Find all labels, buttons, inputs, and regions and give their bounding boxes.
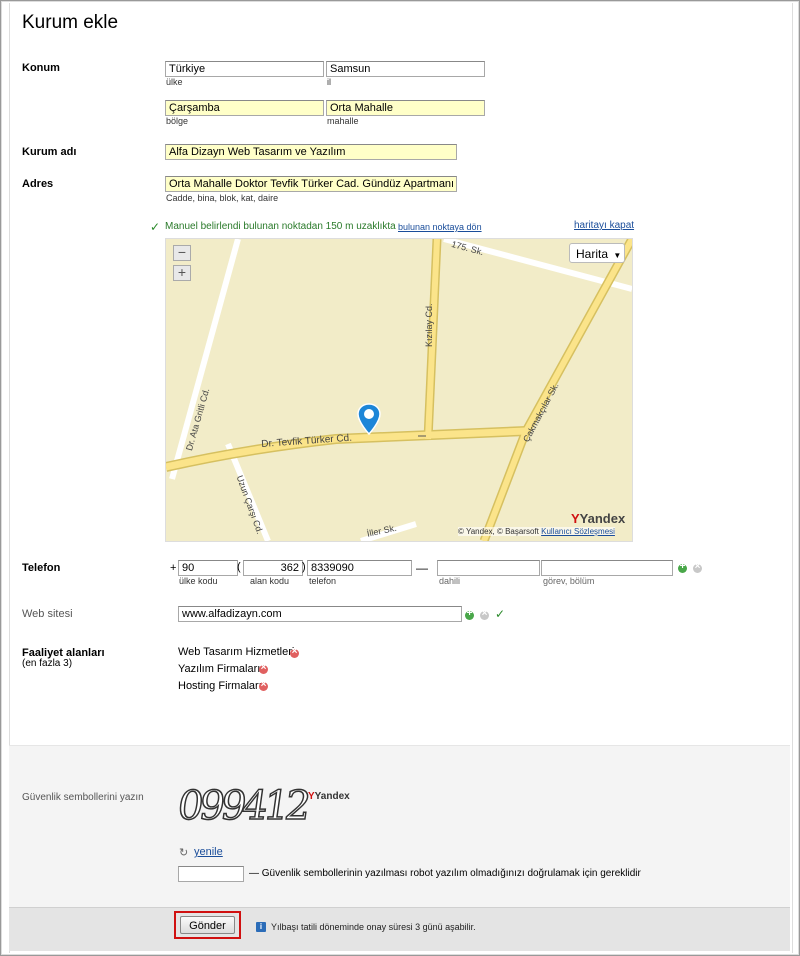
neighborhood-input[interactable]: Orta Mahalle bbox=[326, 100, 485, 116]
phone-country-code-input[interactable]: 90 bbox=[178, 560, 238, 576]
close-paren: ) bbox=[302, 561, 306, 573]
page-title: Kurum ekle bbox=[22, 12, 119, 33]
phone-plus: + bbox=[170, 562, 177, 574]
activity-item: Yazılım Firmaları bbox=[178, 663, 261, 675]
address-label: Adres bbox=[22, 178, 54, 190]
map-type-button[interactable]: Harita ▼ bbox=[569, 243, 625, 263]
province-input[interactable]: Samsun bbox=[326, 61, 485, 77]
phone-dash: — bbox=[416, 561, 428, 575]
address-input[interactable]: Orta Mahalle Doktor Tevfik Türker Cad. G… bbox=[165, 176, 457, 192]
captcha-hint: — Güvenlik sembollerinin yazılması robot… bbox=[249, 868, 641, 879]
country-sub: ülke bbox=[166, 77, 183, 87]
activities-sublabel: (en fazla 3) bbox=[22, 658, 73, 669]
activity-item: Hosting Firmaları bbox=[178, 680, 262, 692]
phone-number-input[interactable]: 8339090 bbox=[307, 560, 412, 576]
org-name-input[interactable]: Alfa Dizayn Web Tasarım ve Yazılım bbox=[165, 144, 457, 160]
map-view[interactable]: − + Harita ▼ 175. Sk. Kızılay Cd. Dr. At… bbox=[165, 238, 633, 542]
captcha-section bbox=[9, 745, 790, 908]
phone-number-sub: telefon bbox=[309, 576, 337, 586]
district-input[interactable]: Çarşamba bbox=[165, 100, 324, 116]
remove-activity-icon[interactable] bbox=[259, 662, 268, 674]
map-type-label: Harita bbox=[576, 247, 609, 261]
zoom-in-button[interactable]: + bbox=[173, 265, 191, 281]
activity-item: Web Tasarım Hizmetleri bbox=[178, 646, 295, 658]
website-input[interactable]: www.alfadizayn.com bbox=[178, 606, 462, 622]
country-input[interactable]: Türkiye bbox=[165, 61, 324, 77]
district-sub: bölge bbox=[166, 116, 189, 126]
refresh-icon[interactable]: ↻ bbox=[179, 846, 188, 859]
phone-area-code-input[interactable]: 362 bbox=[243, 560, 303, 576]
check-icon: ✓ bbox=[150, 220, 161, 234]
zoom-out-button[interactable]: − bbox=[173, 245, 191, 261]
remove-website-icon[interactable] bbox=[480, 608, 489, 620]
phone-area-code-sub: alan kodu bbox=[250, 576, 290, 586]
captcha-brand: YYandex bbox=[308, 791, 350, 802]
location-pin-icon[interactable] bbox=[356, 402, 382, 436]
chevron-down-icon: ▼ bbox=[613, 251, 622, 260]
map-copyright: © Yandex, © Başarsoft Kullanıcı Sözleşme… bbox=[458, 527, 615, 536]
province-sub: il bbox=[327, 77, 331, 87]
close-map-link[interactable]: haritayı kapat bbox=[574, 220, 634, 231]
add-website-icon[interactable] bbox=[465, 608, 474, 620]
submit-info-text: Yılbaşı tatili döneminde onay süresi 3 g… bbox=[271, 922, 476, 932]
info-icon: i bbox=[256, 922, 266, 932]
remove-activity-icon[interactable] bbox=[290, 646, 299, 658]
address-sub: Cadde, bina, blok, kat, daire bbox=[166, 193, 279, 203]
phone-role-sub: görev, bölüm bbox=[543, 576, 595, 586]
captcha-refresh-link[interactable]: yenile bbox=[194, 846, 223, 858]
neighborhood-sub: mahalle bbox=[327, 116, 359, 126]
phone-role-input[interactable] bbox=[541, 560, 673, 576]
return-to-point-link[interactable]: bulunan noktaya dön bbox=[398, 222, 482, 232]
website-label: Web sitesi bbox=[22, 608, 73, 620]
phone-ext-input[interactable] bbox=[437, 560, 540, 576]
map-notice-text: Manuel belirlendi bulunan noktadan 150 m… bbox=[165, 221, 396, 232]
street-label-kizilay: Kızılay Cd. bbox=[424, 303, 434, 347]
phone-label: Telefon bbox=[22, 562, 61, 574]
captcha-input[interactable] bbox=[178, 866, 244, 882]
org-name-label: Kurum adı bbox=[22, 146, 77, 158]
add-phone-icon[interactable] bbox=[678, 561, 687, 573]
remove-activity-icon[interactable] bbox=[259, 679, 268, 691]
location-label: Konum bbox=[22, 62, 60, 74]
website-valid-check-icon: ✓ bbox=[495, 607, 506, 621]
captcha-label: Güvenlik sembollerini yazın bbox=[22, 792, 144, 803]
remove-phone-icon[interactable] bbox=[693, 561, 702, 573]
map-roads bbox=[166, 239, 632, 541]
yandex-map-logo: YYandex bbox=[571, 511, 626, 526]
submit-button[interactable]: Gönder bbox=[180, 916, 235, 934]
phone-country-code-sub: ülke kodu bbox=[179, 576, 218, 586]
terms-link[interactable]: Kullanıcı Sözleşmesi bbox=[541, 527, 615, 536]
captcha-code: 099412 bbox=[174, 782, 311, 830]
captcha-image: 099412 bbox=[174, 782, 318, 830]
phone-ext-sub: dahili bbox=[439, 576, 461, 586]
open-paren: ( bbox=[237, 561, 241, 573]
